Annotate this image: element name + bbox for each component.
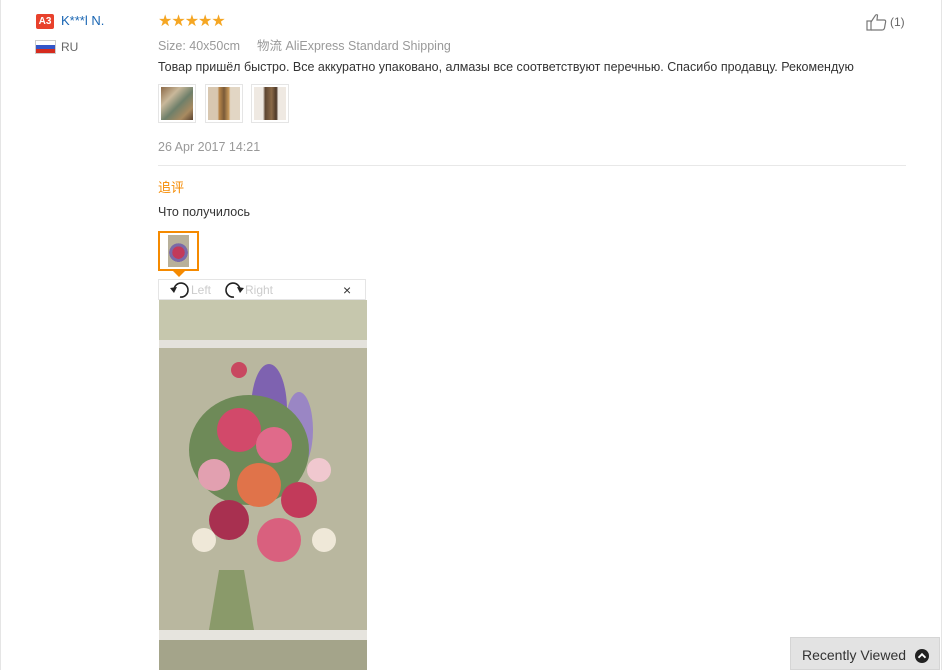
- page-border-left: [0, 0, 1, 670]
- rotate-right-label: Right: [245, 283, 274, 297]
- feedback-photo-enlarged: [159, 300, 367, 670]
- reviewer-country: RU: [61, 40, 79, 54]
- review-text: Товар пришёл быстро. Все аккуратно упако…: [158, 60, 854, 74]
- review-date: 26 Apr 2017 14:21: [158, 140, 261, 154]
- recently-viewed-button[interactable]: Recently Viewed: [790, 637, 940, 670]
- recently-viewed-label: Recently Viewed: [802, 647, 907, 663]
- rotate-left-label: Left: [191, 283, 212, 297]
- selected-caret: [172, 270, 186, 277]
- shipping-value: AliExpress Standard Shipping: [285, 39, 451, 53]
- rotate-left-icon: [170, 282, 189, 298]
- flower-painting-image: [159, 300, 367, 670]
- russia-flag-icon: [36, 41, 55, 53]
- review-photo-thumbnail-3[interactable]: [251, 84, 289, 123]
- shipping-label: 物流: [256, 39, 282, 53]
- thumbs-up-icon: [866, 14, 887, 31]
- chevron-up-circle-icon: [915, 649, 929, 663]
- close-viewer-button[interactable]: ×: [343, 282, 351, 298]
- divider: [158, 165, 906, 166]
- star-rating: ★★★★★: [158, 13, 226, 30]
- helpful-button[interactable]: (1): [866, 13, 905, 31]
- review-photo-2: [208, 87, 240, 120]
- helpful-count: (1): [890, 15, 905, 29]
- rotate-right-icon: [225, 282, 244, 298]
- reviewer-name[interactable]: K***l N.: [61, 13, 104, 28]
- size-value: 40x50cm: [189, 39, 241, 53]
- additional-feedback-label: 追评: [158, 180, 185, 195]
- review-photo-1: [161, 87, 193, 120]
- feedback-photo: [168, 235, 189, 267]
- size-label: Size:: [158, 39, 186, 53]
- review-photo-thumbnail-1[interactable]: [158, 84, 196, 123]
- feedback-photo-thumbnail-selected[interactable]: [158, 231, 199, 271]
- page-border-right: [941, 0, 942, 670]
- review-photo-3: [254, 87, 286, 120]
- review-meta: Size: 40x50cm 物流 AliExpress Standard Shi…: [158, 35, 451, 54]
- image-viewer-toolbar: Left Right ×: [158, 279, 366, 300]
- review-photo-thumbnail-2[interactable]: [205, 84, 243, 123]
- rotate-left-button[interactable]: Left: [169, 281, 211, 299]
- rotate-right-button[interactable]: Right: [223, 281, 273, 299]
- additional-feedback-text: Что получилось: [158, 205, 250, 219]
- buyer-level-badge: A3: [36, 14, 54, 29]
